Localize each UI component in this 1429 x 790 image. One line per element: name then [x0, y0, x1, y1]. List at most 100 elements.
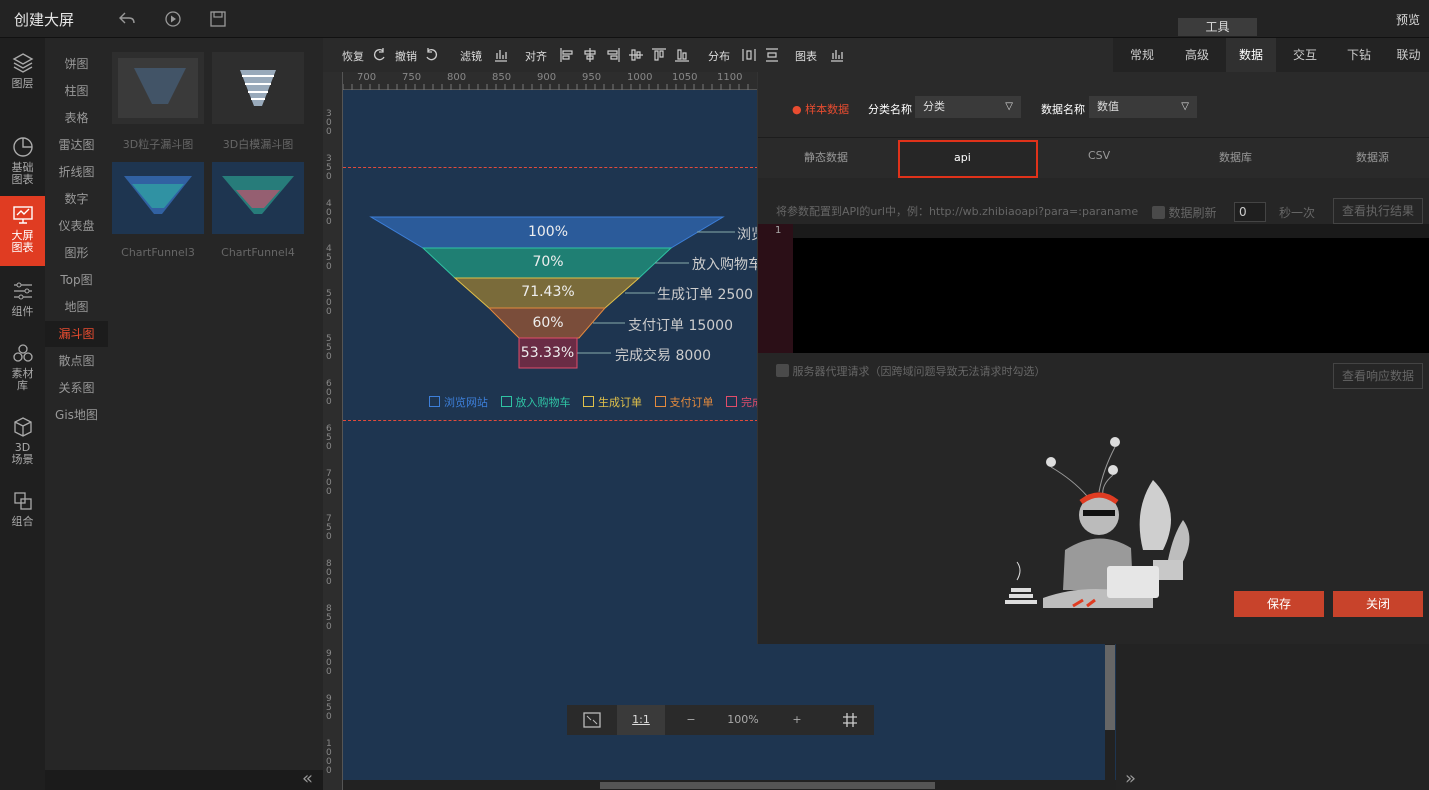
nav-group[interactable]: 组合: [0, 482, 45, 552]
thumbnail-chartfunnel3[interactable]: [112, 162, 204, 234]
ruler-tick: 850: [492, 72, 512, 83]
grid-icon[interactable]: [825, 705, 874, 735]
play-icon[interactable]: [164, 10, 182, 28]
filter-button[interactable]: 滤镜: [460, 48, 482, 64]
ruler-left: 300 350 400 450 500 550 600 650 700 750 …: [323, 72, 343, 790]
align-button[interactable]: 对齐: [525, 48, 547, 64]
category-select[interactable]: 分类 ▽: [915, 96, 1021, 118]
fullscreen-icon[interactable]: [567, 705, 617, 735]
line-number: 1: [775, 225, 782, 236]
category-item[interactable]: 散点图: [45, 348, 108, 374]
tab-drilldown[interactable]: 下钻: [1334, 38, 1384, 72]
nav-assets[interactable]: 素材库: [0, 334, 45, 404]
thumbnail-3d-particle-funnel[interactable]: [112, 52, 204, 124]
nav-bigscreen-charts[interactable]: 大屏图表: [0, 196, 45, 266]
tab-datasource[interactable]: 数据源: [1356, 149, 1389, 165]
tab-linkage[interactable]: 联动: [1388, 38, 1429, 72]
distribute-v-icon[interactable]: [764, 47, 780, 63]
funnel-percent: 53.33%: [520, 345, 575, 361]
tool-tab[interactable]: 工具: [1178, 18, 1257, 36]
category-name-label: 分类名称: [868, 103, 912, 116]
restore-button[interactable]: 恢复: [342, 48, 364, 64]
editor-gutter: 1: [758, 224, 793, 353]
category-item[interactable]: 数字: [45, 186, 108, 212]
tab-api[interactable]: api: [898, 140, 1038, 178]
vertical-scroll-thumb[interactable]: [1105, 645, 1115, 730]
zoom-in-button[interactable]: +: [771, 705, 823, 735]
nav-components[interactable]: 组件: [0, 272, 45, 342]
view-exec-result-button[interactable]: 查看执行结果: [1333, 198, 1423, 224]
category-item[interactable]: 表格: [45, 105, 108, 131]
save-button[interactable]: 保存: [1234, 591, 1324, 617]
undo-icon[interactable]: [424, 47, 440, 63]
nav-basic-charts[interactable]: 基础图表: [0, 128, 45, 198]
tab-static-data[interactable]: 静态数据: [804, 149, 848, 165]
tab-advanced[interactable]: 高级: [1172, 38, 1222, 72]
category-item[interactable]: 图形: [45, 240, 108, 266]
category-item[interactable]: 饼图: [45, 51, 108, 77]
bar-chart-icon[interactable]: [493, 47, 509, 63]
category-item[interactable]: Top图: [45, 267, 108, 293]
distribute-button[interactable]: 分布: [708, 48, 730, 64]
close-button[interactable]: 关闭: [1333, 591, 1423, 617]
proxy-checkbox[interactable]: 服务器代理请求（因跨域问题导致无法请求时勾选）: [776, 363, 1046, 379]
legend-item[interactable]: 放入购物车: [500, 394, 571, 410]
horizontal-scroll-thumb[interactable]: [600, 782, 935, 789]
tab-csv[interactable]: CSV: [1088, 149, 1110, 162]
distribute-h-icon[interactable]: [741, 47, 757, 63]
view-response-button[interactable]: 查看响应数据: [1333, 363, 1423, 389]
zoom-actual-size-button[interactable]: 1:1: [617, 705, 665, 735]
tab-general[interactable]: 常规: [1117, 38, 1167, 72]
legend-item[interactable]: 生成订单: [583, 394, 642, 410]
align-center-h-icon[interactable]: [582, 47, 598, 63]
nav-3d-scene[interactable]: 3D场景: [0, 408, 45, 478]
category-item[interactable]: 雷达图: [45, 132, 108, 158]
align-right-icon[interactable]: [605, 47, 621, 63]
category-item[interactable]: 地图: [45, 294, 108, 320]
category-item-funnel[interactable]: 漏斗图: [45, 321, 108, 347]
empty-state-illustration: [1005, 437, 1190, 608]
api-code-editor[interactable]: [758, 224, 1429, 353]
collapse-left-icon[interactable]: «: [302, 768, 313, 789]
data-select[interactable]: 数值 ▽: [1089, 96, 1197, 118]
back-icon[interactable]: [118, 10, 136, 28]
ruler-tick: 750: [402, 72, 422, 83]
align-bottom-icon[interactable]: [674, 47, 690, 63]
save-icon[interactable]: [209, 10, 227, 28]
undo-button[interactable]: 撤销: [395, 48, 417, 64]
category-item[interactable]: 柱图: [45, 78, 108, 104]
ruler-tick: 1100: [717, 72, 743, 83]
nav-layers[interactable]: 图层: [0, 44, 45, 114]
align-top-icon[interactable]: [628, 47, 644, 63]
left-bottom-bar: [45, 770, 323, 790]
chart-icon[interactable]: [829, 47, 845, 63]
ruler-tick: 700: [357, 72, 377, 83]
funnel-percent: 71.43%: [521, 284, 575, 300]
redo-icon[interactable]: [371, 47, 387, 63]
thumbnail-chartfunnel4[interactable]: [212, 162, 304, 234]
category-item[interactable]: 仪表盘: [45, 213, 108, 239]
data-name-label: 数据名称: [1041, 103, 1085, 116]
collapse-right-icon[interactable]: »: [1125, 768, 1136, 789]
selection-guide-bottom: [343, 420, 758, 421]
chart-button[interactable]: 图表: [795, 48, 817, 64]
legend-item[interactable]: 支付订单: [654, 394, 714, 410]
refresh-interval-input[interactable]: 0: [1234, 202, 1266, 222]
tab-database[interactable]: 数据库: [1219, 149, 1252, 165]
align-left-icon[interactable]: [559, 47, 575, 63]
category-item[interactable]: Gis地图: [45, 402, 108, 428]
tab-data[interactable]: 数据: [1226, 38, 1276, 72]
align-middle-icon[interactable]: [651, 47, 667, 63]
sample-data-link[interactable]: ● 样本数据: [792, 101, 849, 117]
preview-button[interactable]: 预览: [1396, 11, 1420, 28]
refresh-checkbox[interactable]: 数据刷新: [1152, 204, 1217, 221]
zoom-out-button[interactable]: −: [667, 705, 715, 735]
thumbnail-3d-white-funnel[interactable]: [212, 52, 304, 124]
legend-item[interactable]: 浏览网站: [429, 394, 488, 410]
category-item[interactable]: 关系图: [45, 375, 108, 401]
pie-chart-icon: [12, 137, 33, 157]
category-item[interactable]: 折线图: [45, 159, 108, 185]
thumbnail-label: 3D白模漏斗图: [222, 138, 294, 151]
tab-interaction[interactable]: 交互: [1280, 38, 1330, 72]
ruler-tick: 600: [326, 379, 332, 407]
